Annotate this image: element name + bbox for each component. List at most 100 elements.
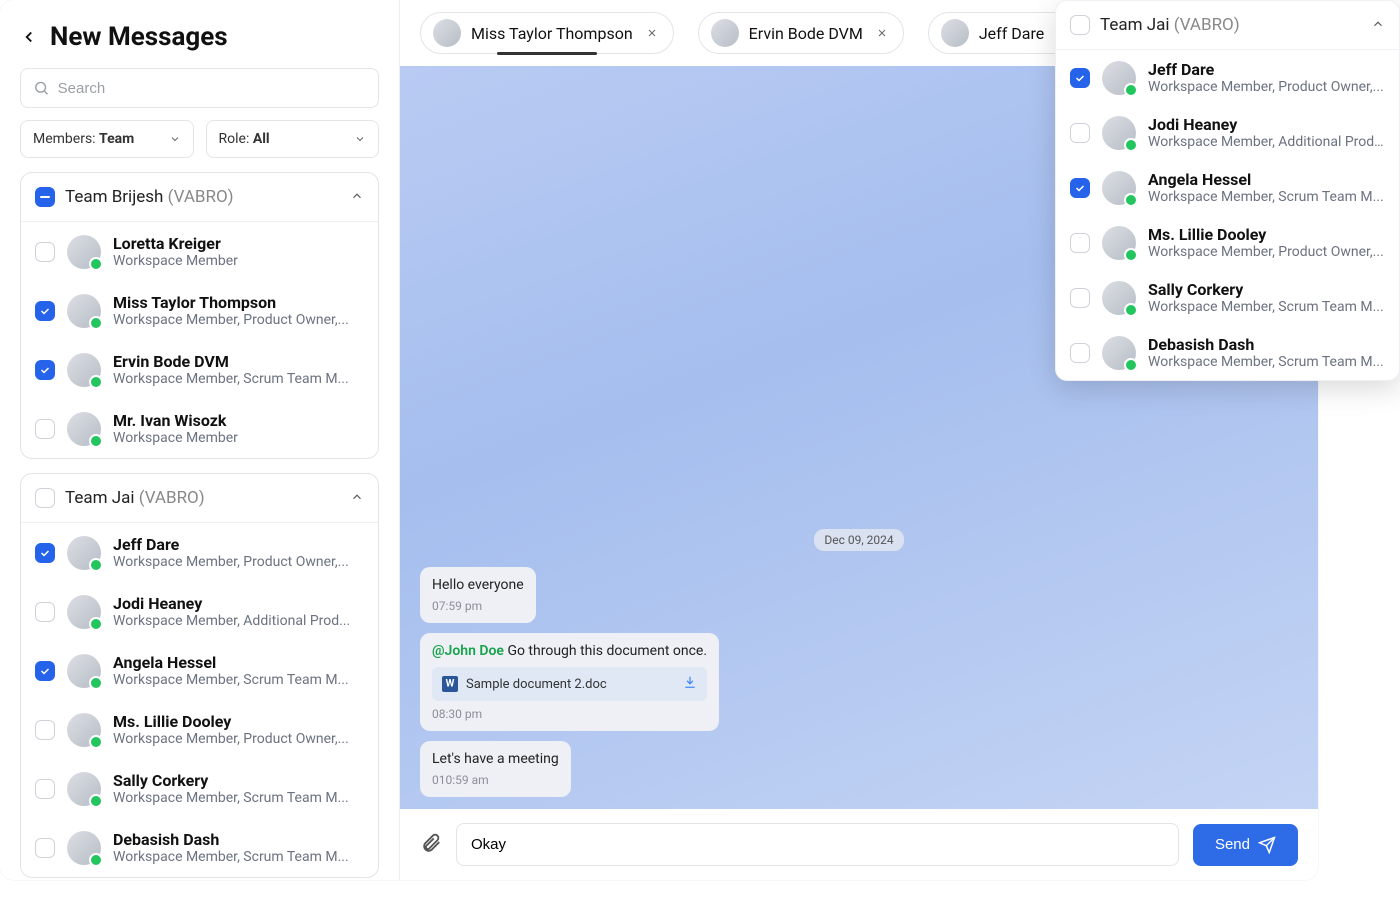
- checkbox[interactable]: [35, 360, 55, 380]
- collapse-button[interactable]: [350, 188, 364, 207]
- chat-message: Hello everyone07:59 pm: [420, 567, 536, 623]
- member-row[interactable]: Debasish DashWorkspace Member, Scrum Tea…: [21, 818, 378, 877]
- member-role: Workspace Member, Scrum Team M...: [113, 849, 364, 865]
- chevron-down-icon: [354, 133, 366, 145]
- member-name: Ervin Bode DVM: [113, 352, 364, 371]
- member-row[interactable]: Jodi HeaneyWorkspace Member, Additional …: [21, 582, 378, 641]
- paperclip-icon: [420, 832, 442, 854]
- document-chip[interactable]: Sample document 2.doc: [432, 667, 707, 701]
- member-row[interactable]: Ms. Lillie DooleyWorkspace Member, Produ…: [21, 700, 378, 759]
- member-name: Mr. Ivan Wisozk: [113, 411, 364, 430]
- member-row[interactable]: Sally CorkeryWorkspace Member, Scrum Tea…: [21, 759, 378, 818]
- group-header[interactable]: Team Brijesh (VABRO): [21, 173, 378, 222]
- member-row[interactable]: Mr. Ivan WisozkWorkspace Member: [21, 399, 378, 458]
- member-name: Jodi Heaney: [1148, 115, 1385, 134]
- member-name: Miss Taylor Thompson: [113, 293, 364, 312]
- member-role: Workspace Member, Product Owner,...: [1148, 79, 1385, 95]
- member-role: Workspace Member, Product Owner,...: [113, 312, 364, 328]
- avatar: [941, 19, 969, 47]
- member-row[interactable]: Jeff DareWorkspace Member, Product Owner…: [1056, 50, 1399, 105]
- group: Team Brijesh (VABRO)Loretta KreigerWorks…: [20, 172, 379, 459]
- member-name: Jeff Dare: [1148, 60, 1385, 79]
- chat-message: Let's have a meeting010:59 am: [420, 741, 571, 797]
- avatar: [67, 536, 101, 570]
- member-row[interactable]: Sally CorkeryWorkspace Member, Scrum Tea…: [1056, 270, 1399, 325]
- checkbox[interactable]: [35, 242, 55, 262]
- member-row[interactable]: Angela HesselWorkspace Member, Scrum Tea…: [21, 641, 378, 700]
- member-role: Workspace Member, Additional Prod...: [1148, 134, 1385, 150]
- filter-members[interactable]: Members: Team: [20, 120, 194, 158]
- send-icon: [1258, 836, 1276, 854]
- chat-tab[interactable]: Ervin Bode DVM: [698, 12, 904, 54]
- date-pill: Dec 09, 2024: [814, 529, 903, 551]
- member-row[interactable]: Loretta KreigerWorkspace Member: [21, 222, 378, 281]
- checkbox[interactable]: [35, 602, 55, 622]
- checkbox[interactable]: [35, 720, 55, 740]
- checkbox[interactable]: [1070, 233, 1090, 253]
- checkbox[interactable]: [1070, 178, 1090, 198]
- checkbox[interactable]: [1070, 288, 1090, 308]
- member-role: Workspace Member, Scrum Team M...: [113, 672, 364, 688]
- avatar: [1102, 171, 1136, 205]
- checkbox[interactable]: [35, 488, 55, 508]
- avatar: [67, 412, 101, 446]
- member-row[interactable]: Miss Taylor ThompsonWorkspace Member, Pr…: [21, 281, 378, 340]
- chevron-down-icon: [169, 133, 181, 145]
- avatar: [433, 19, 461, 47]
- checkbox[interactable]: [35, 661, 55, 681]
- member-row[interactable]: Angela HesselWorkspace Member, Scrum Tea…: [1056, 160, 1399, 215]
- member-name: Jeff Dare: [113, 535, 364, 554]
- close-tab-button[interactable]: [873, 24, 891, 42]
- popover-header[interactable]: Team Jai (VABRO): [1056, 1, 1399, 50]
- member-row[interactable]: Jodi HeaneyWorkspace Member, Additional …: [1056, 105, 1399, 160]
- checkbox[interactable]: [35, 543, 55, 563]
- member-row[interactable]: Ms. Lillie DooleyWorkspace Member, Produ…: [1056, 215, 1399, 270]
- search-input-wrap[interactable]: [20, 68, 379, 108]
- member-name: Debasish Dash: [113, 830, 364, 849]
- popover-group-checkbox[interactable]: [1070, 15, 1090, 35]
- close-tab-button[interactable]: [643, 24, 661, 42]
- checkbox[interactable]: [1070, 343, 1090, 363]
- member-role: Workspace Member, Additional Prod...: [113, 613, 364, 629]
- collapse-button[interactable]: [1371, 16, 1385, 35]
- back-icon[interactable]: [20, 28, 38, 46]
- collapse-button[interactable]: [350, 489, 364, 508]
- search-icon: [33, 79, 50, 97]
- send-button[interactable]: Send: [1193, 824, 1298, 866]
- checkbox[interactable]: [1070, 68, 1090, 88]
- member-role: Workspace Member, Scrum Team M...: [1148, 299, 1385, 315]
- checkbox[interactable]: [35, 187, 55, 207]
- download-icon[interactable]: [683, 675, 697, 693]
- chat-tab[interactable]: Miss Taylor Thompson: [420, 12, 674, 54]
- mention[interactable]: @John Doe: [432, 643, 504, 659]
- composer: Send: [400, 809, 1318, 880]
- group-header[interactable]: Team Jai (VABRO): [21, 474, 378, 523]
- checkbox[interactable]: [35, 301, 55, 321]
- member-role: Workspace Member: [113, 253, 364, 269]
- sidebar: New Messages Members: Team Role: All Tea…: [0, 0, 400, 880]
- checkbox[interactable]: [1070, 123, 1090, 143]
- search-input[interactable]: [58, 80, 366, 97]
- filter-role[interactable]: Role: All: [206, 120, 380, 158]
- checkbox[interactable]: [35, 419, 55, 439]
- member-name: Sally Corkery: [113, 771, 364, 790]
- checkbox[interactable]: [35, 838, 55, 858]
- avatar: [67, 294, 101, 328]
- member-row[interactable]: Ervin Bode DVMWorkspace Member, Scrum Te…: [21, 340, 378, 399]
- member-role: Workspace Member, Product Owner,...: [113, 731, 364, 747]
- member-name: Ms. Lillie Dooley: [113, 712, 364, 731]
- avatar: [67, 772, 101, 806]
- checkbox[interactable]: [35, 779, 55, 799]
- avatar: [1102, 116, 1136, 150]
- avatar: [1102, 226, 1136, 260]
- message-time: 08:30 pm: [432, 707, 707, 721]
- avatar: [711, 19, 739, 47]
- sidebar-title: New Messages: [50, 22, 228, 52]
- avatar: [67, 595, 101, 629]
- member-role: Workspace Member, Scrum Team M...: [113, 790, 364, 806]
- member-row[interactable]: Jeff DareWorkspace Member, Product Owner…: [21, 523, 378, 582]
- message-input[interactable]: [456, 823, 1179, 866]
- member-row[interactable]: Debasish DashWorkspace Member, Scrum Tea…: [1056, 325, 1399, 380]
- attach-button[interactable]: [420, 832, 442, 858]
- avatar: [67, 235, 101, 269]
